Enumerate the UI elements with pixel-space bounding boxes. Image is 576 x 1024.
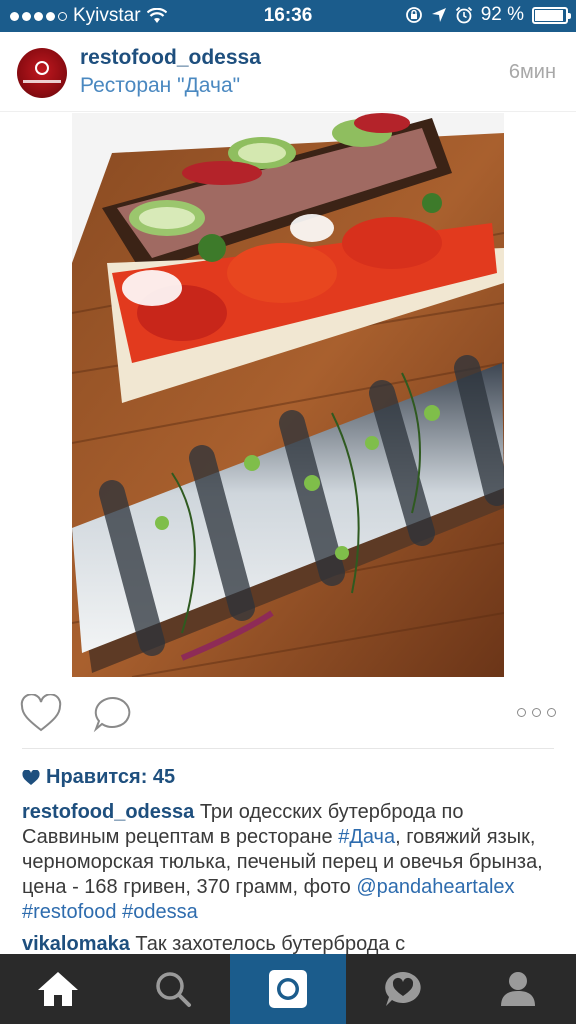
mention-link[interactable]: @pandaheartalex <box>356 876 514 898</box>
avatar[interactable] <box>17 48 67 98</box>
post-username[interactable]: restofood_odessa <box>80 46 261 70</box>
alarm-icon <box>455 6 472 24</box>
comment-bubble-icon[interactable] <box>93 695 133 733</box>
post-photo[interactable] <box>72 113 504 677</box>
post-actions <box>0 690 576 740</box>
battery-percent: 92 % <box>480 4 524 25</box>
location-arrow-icon <box>431 8 446 22</box>
post-time: 6мин <box>508 61 556 83</box>
tab-camera[interactable] <box>230 954 346 1024</box>
caption-username[interactable]: restofood_odessa <box>22 801 194 823</box>
tab-activity[interactable] <box>346 954 461 1024</box>
home-icon <box>37 972 78 1006</box>
search-icon <box>156 972 191 1007</box>
post-caption: restofood_odessa Три одесских бутерброда… <box>22 800 552 925</box>
heart-filled-icon <box>22 769 40 785</box>
profile-icon <box>501 972 536 1006</box>
food-photo-illustration <box>72 113 504 677</box>
restaurant-logo-icon <box>35 61 49 75</box>
post-header: restofood_odessa Ресторан "Дача" 6мин <box>0 32 576 112</box>
hashtag-restofood[interactable]: #restofood <box>22 901 117 923</box>
hashtag-dacha[interactable]: #Дача <box>338 826 395 848</box>
tab-profile[interactable] <box>461 954 576 1024</box>
battery-level <box>535 9 563 21</box>
activity-heart-bubble-icon <box>385 972 421 1006</box>
likes-label: Нравится: 45 <box>46 766 176 788</box>
tab-bar <box>0 954 576 1024</box>
heart-outline-icon[interactable] <box>20 694 62 734</box>
likes-count[interactable]: Нравится: 45 <box>22 766 175 789</box>
battery-icon <box>532 6 571 24</box>
camera-icon <box>269 970 307 1008</box>
divider <box>22 748 554 749</box>
comment-username[interactable]: vikalomaka <box>22 933 130 955</box>
more-dots-icon[interactable] <box>517 708 556 717</box>
tab-home[interactable] <box>0 954 115 1024</box>
comment-text: Так захотелось бутерброда с <box>129 933 406 955</box>
tab-search[interactable] <box>115 954 230 1024</box>
post-location[interactable]: Ресторан "Дача" <box>80 74 240 98</box>
status-bar: Kyivstar 16:36 92 % <box>0 0 576 32</box>
hashtag-odessa[interactable]: #odessa <box>122 901 198 923</box>
rotation-lock-icon <box>405 7 422 23</box>
status-right: 92 % <box>405 4 571 26</box>
